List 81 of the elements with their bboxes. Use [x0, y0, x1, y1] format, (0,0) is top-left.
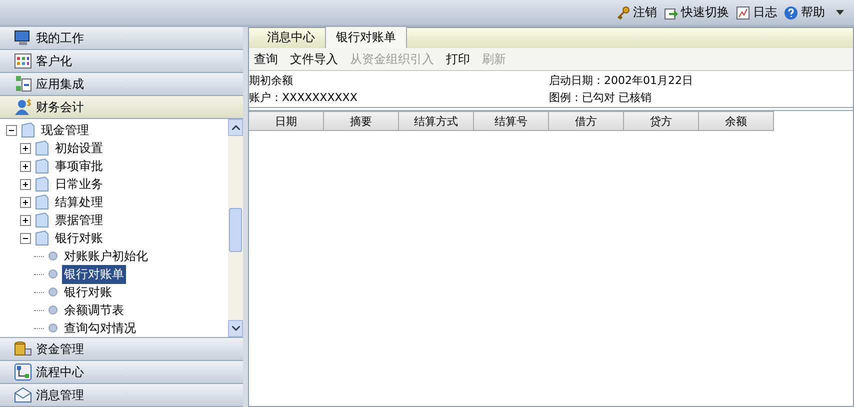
arrow-sheet-icon — [664, 6, 678, 20]
column-header[interactable]: 贷方 — [624, 111, 699, 131]
bullet-icon — [48, 269, 58, 279]
sidebar-section[interactable]: 应用集成 — [0, 73, 243, 96]
toolbar-link[interactable]: 注销 — [633, 4, 657, 21]
column-header[interactable]: 余额 — [699, 111, 774, 131]
section-label: 消息管理 — [36, 386, 84, 404]
expander[interactable] — [20, 160, 31, 172]
chevron-down-icon[interactable] — [232, 326, 240, 331]
sidebar-section[interactable]: 消息管理 — [0, 384, 243, 407]
bullet-icon — [48, 287, 58, 297]
tree-item[interactable]: 结算处理 — [53, 192, 105, 212]
bullet-icon — [48, 251, 58, 261]
tree-item[interactable]: 余额调节表 — [62, 300, 126, 320]
person-icon — [14, 98, 32, 116]
tree-item[interactable]: 初始设置 — [53, 138, 105, 158]
sidebar-section[interactable]: 财务会计 — [0, 96, 243, 119]
bullet-icon — [48, 323, 58, 333]
sidebar-section[interactable]: 流程中心 — [0, 361, 243, 384]
scrollbar-thumb[interactable] — [229, 208, 242, 252]
help-icon — [784, 6, 798, 20]
document-icon — [35, 176, 49, 192]
puzzle-sheet-icon — [14, 75, 32, 93]
tab[interactable]: 消息中心 — [257, 27, 325, 48]
section-label: 客户化 — [36, 52, 72, 70]
info-text: 期初余额 — [249, 73, 294, 88]
coins-icon — [14, 340, 32, 358]
expander[interactable] — [20, 178, 31, 190]
expander[interactable] — [20, 142, 31, 154]
tree-item[interactable]: 查询勾对情况 — [62, 318, 138, 338]
document-icon — [35, 158, 49, 174]
info-text: 启动日期：2002年01月22日 — [549, 73, 694, 88]
sidebar-section[interactable]: 我的工作 — [0, 27, 243, 50]
scrollbar[interactable] — [228, 119, 243, 337]
column-header[interactable]: 结算号 — [474, 111, 549, 131]
tree-item[interactable]: 银行对账 — [62, 282, 114, 302]
caret-icon[interactable] — [836, 10, 844, 15]
toolbar-button[interactable]: 文件导入 — [285, 50, 343, 68]
envelope-icon — [14, 386, 32, 404]
section-label: 流程中心 — [36, 364, 84, 380]
tree-item[interactable]: 银行对账单 — [62, 264, 126, 284]
column-header[interactable]: 结算方式 — [399, 111, 474, 131]
toolbar-button[interactable]: 打印 — [441, 50, 475, 68]
section-label: 应用集成 — [36, 76, 84, 92]
document-icon — [35, 212, 49, 228]
expander[interactable] — [6, 124, 17, 136]
document-icon — [35, 194, 49, 210]
info-text: 图例：已勾对 已核销 — [549, 90, 652, 105]
section-label: 财务会计 — [36, 98, 84, 116]
expander[interactable] — [20, 196, 31, 208]
section-label: 我的工作 — [36, 30, 84, 46]
chevron-up-icon[interactable] — [232, 125, 240, 130]
tree-item[interactable]: 对账账户初始化 — [62, 246, 150, 266]
document-icon — [35, 230, 49, 246]
section-label: 资金管理 — [36, 340, 84, 358]
tree-item[interactable]: 银行对账 — [53, 228, 105, 248]
tree-item[interactable]: 现金管理 — [39, 120, 91, 140]
sidebar-section[interactable]: 资金管理 — [0, 338, 243, 361]
sidebar-section[interactable]: 客户化 — [0, 50, 243, 73]
flowchart-icon — [14, 363, 32, 381]
grid-icon — [14, 52, 32, 70]
document-icon — [21, 122, 35, 138]
toolbar-link[interactable]: 帮助 — [801, 4, 825, 21]
toolbar-link[interactable]: 日志 — [753, 4, 777, 21]
expander[interactable] — [20, 232, 31, 244]
tree-item[interactable]: 事项审批 — [53, 156, 105, 176]
tree-item[interactable]: 票据管理 — [53, 210, 105, 230]
column-header[interactable]: 摘要 — [324, 111, 399, 131]
bullet-icon — [48, 305, 58, 315]
tree-item[interactable]: 日常业务 — [53, 174, 105, 194]
toolbar-button[interactable]: 查询 — [249, 50, 283, 68]
chart-sheet-icon — [736, 6, 750, 20]
expander[interactable] — [20, 214, 31, 226]
toolbar-link[interactable]: 快速切换 — [681, 4, 729, 21]
info-text: 账户：XXXXXXXXXX — [249, 90, 358, 105]
key-icon — [616, 6, 630, 20]
tab[interactable]: 银行对账单 — [325, 26, 407, 48]
computer-icon — [14, 29, 32, 47]
column-header[interactable]: 日期 — [249, 111, 324, 131]
column-header[interactable]: 借方 — [549, 111, 624, 131]
document-icon — [35, 140, 49, 156]
